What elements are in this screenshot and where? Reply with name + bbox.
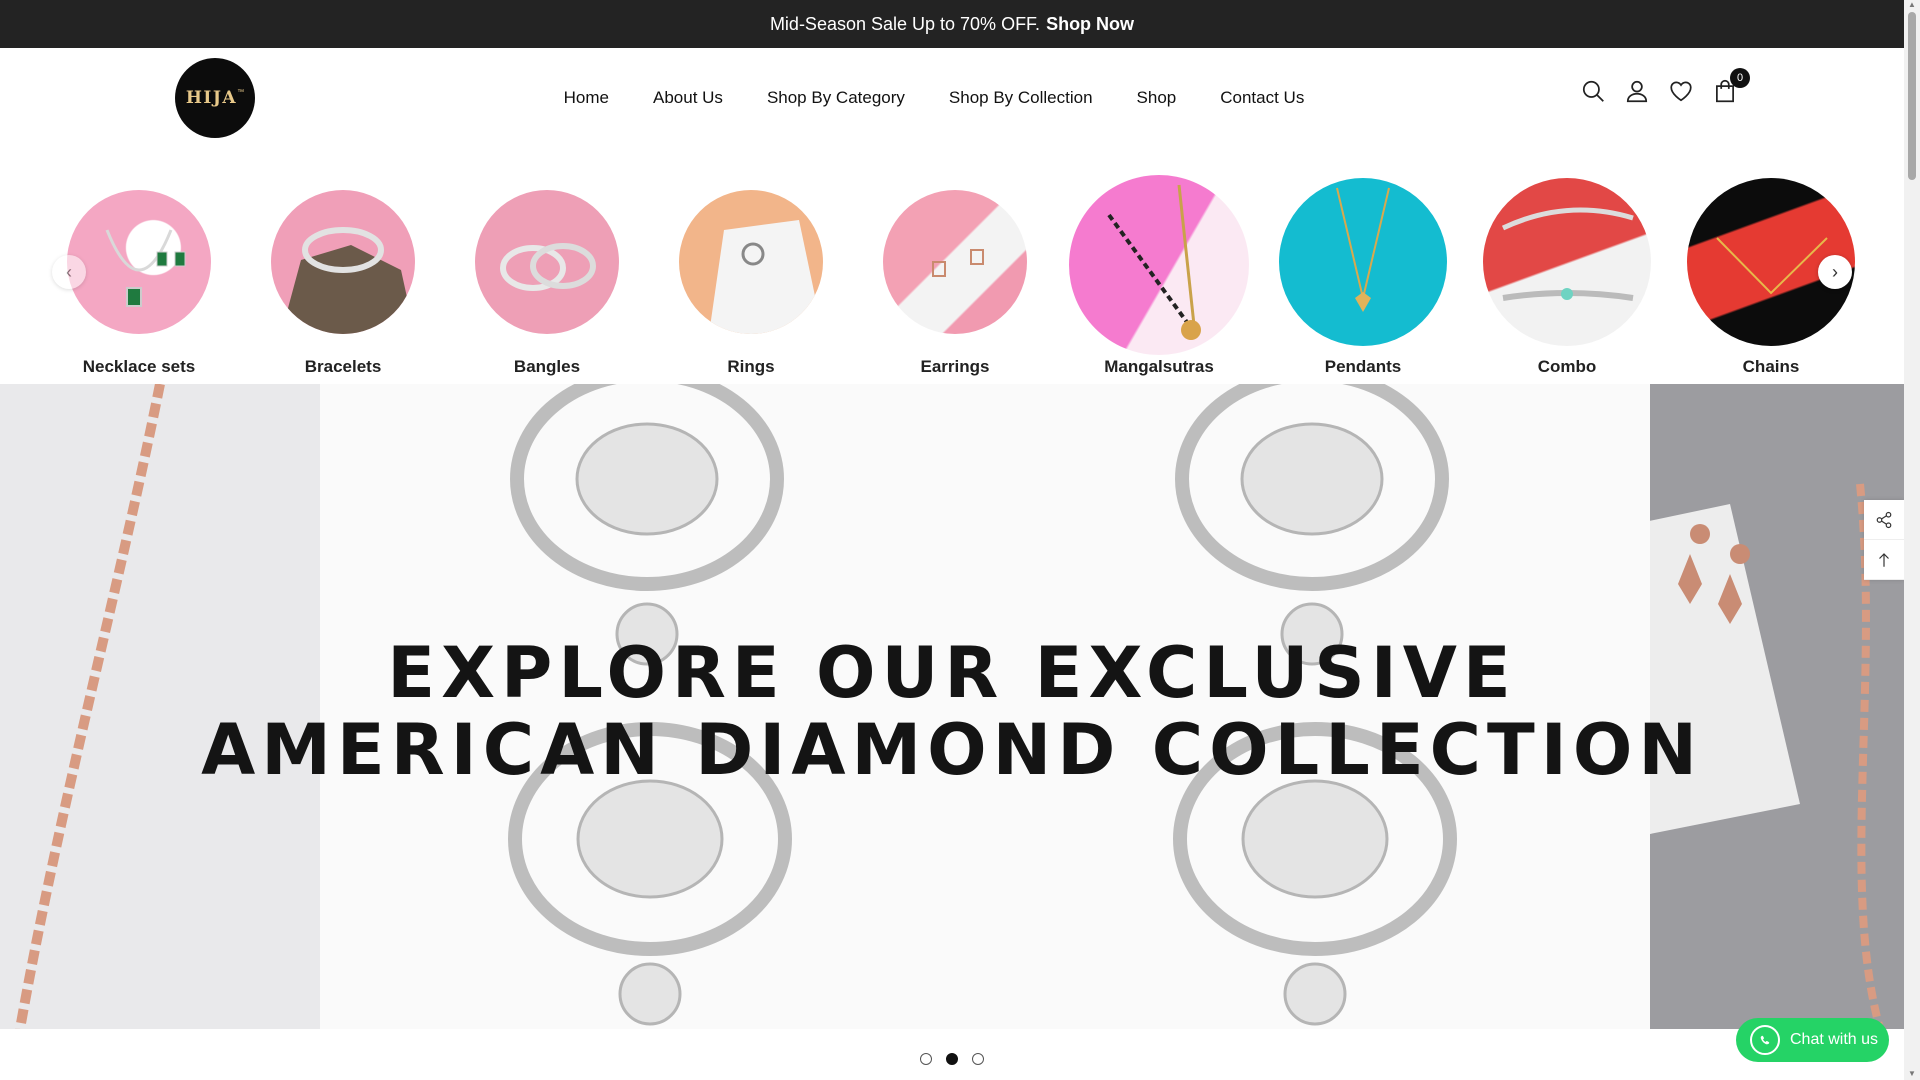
category-label: Pendants xyxy=(1324,357,1402,376)
page-scrollbar[interactable]: ▲ ▼ xyxy=(1904,0,1920,1080)
mangalsutras-image xyxy=(1069,175,1249,355)
side-toolbar xyxy=(1864,500,1904,580)
category-rings[interactable]: Rings xyxy=(651,148,851,376)
shop-now-link[interactable]: Shop Now xyxy=(1046,14,1134,35)
nav-shop[interactable]: Shop xyxy=(1137,88,1177,108)
category-bangles[interactable]: Bangles xyxy=(447,148,647,376)
whatsapp-icon xyxy=(1750,1025,1780,1055)
hero-title-line-2: AMERICAN DIAMOND COLLECTION xyxy=(201,709,1703,791)
heart-icon[interactable] xyxy=(1668,78,1694,104)
bangles-image xyxy=(475,190,619,334)
category-label: Combo xyxy=(1537,357,1597,376)
earrings-image xyxy=(883,190,1027,334)
category-label: Chains xyxy=(1742,357,1800,376)
slide-dot-3[interactable] xyxy=(972,1053,984,1065)
slide-dot-2[interactable] xyxy=(946,1053,958,1065)
search-icon[interactable] xyxy=(1580,78,1606,104)
nav-home[interactable]: Home xyxy=(564,88,609,108)
nav-about-us[interactable]: About Us xyxy=(653,88,723,108)
necklace-sets-image xyxy=(67,190,211,334)
combo-image xyxy=(1483,178,1651,346)
scroll-down-arrow-icon[interactable]: ▼ xyxy=(1907,1069,1917,1078)
category-label: Bangles xyxy=(513,357,581,376)
category-label: Mangalsutras xyxy=(1104,357,1214,376)
chat-label: Chat with us xyxy=(1790,1031,1879,1048)
cart-count-badge: 0 xyxy=(1730,68,1750,88)
pendants-image xyxy=(1279,178,1447,346)
user-icon[interactable] xyxy=(1624,78,1650,104)
bracelets-image xyxy=(271,190,415,334)
category-carousel: Necklace sets Bracelets Bangles Rings Ea… xyxy=(0,148,1904,384)
announcement-text: Mid-Season Sale Up to 70% OFF. xyxy=(769,13,1041,34)
logo-trademark: ™ xyxy=(237,88,245,96)
category-combo[interactable]: Combo xyxy=(1467,148,1667,376)
category-label: Bracelets xyxy=(304,357,382,376)
hero-title-line-1: EXPLORE OUR EXCLUSIVE xyxy=(387,632,1517,714)
bag-icon[interactable]: 0 xyxy=(1712,68,1750,104)
nav-shop-by-category[interactable]: Shop By Category xyxy=(767,88,905,108)
category-pendants[interactable]: Pendants xyxy=(1263,148,1463,376)
logo-text: HIJA xyxy=(185,88,238,108)
carousel-next-button[interactable]: › xyxy=(1818,255,1852,289)
announcement-bar: Mid-Season Sale Up to 70% OFF. Shop Now xyxy=(0,0,1904,48)
category-chains[interactable]: Chains xyxy=(1671,148,1871,376)
category-bracelets[interactable]: Bracelets xyxy=(243,148,443,376)
chevron-left-icon: ‹ xyxy=(66,261,72,282)
slider-pagination xyxy=(0,1053,1904,1065)
category-earrings[interactable]: Earrings xyxy=(855,148,1055,376)
hero-banner[interactable]: EXPLORE OUR EXCLUSIVE AMERICAN DIAMOND C… xyxy=(0,384,1904,1029)
category-necklace-sets[interactable]: Necklace sets xyxy=(39,148,239,376)
nav-shop-by-collection[interactable]: Shop By Collection xyxy=(949,88,1093,108)
share-icon[interactable] xyxy=(1864,500,1904,540)
category-label: Rings xyxy=(727,357,775,376)
site-header: HIJA ™ Home About Us Shop By Category Sho… xyxy=(0,48,1904,148)
category-label: Earrings xyxy=(920,357,990,376)
slide-dot-1[interactable] xyxy=(920,1053,932,1065)
scroll-up-arrow-icon[interactable]: ▲ xyxy=(1907,0,1917,9)
scrollbar-thumb[interactable] xyxy=(1908,12,1916,180)
category-label: Necklace sets xyxy=(82,357,196,376)
hija-logo[interactable]: HIJA ™ xyxy=(175,58,255,138)
arrow-up-icon[interactable] xyxy=(1864,540,1904,580)
header-icons: 0 xyxy=(1580,68,1750,104)
nav-contact-us[interactable]: Contact Us xyxy=(1220,88,1304,108)
rings-image xyxy=(679,190,823,334)
chat-with-us-button[interactable]: Chat with us xyxy=(1736,1018,1889,1062)
carousel-prev-button[interactable]: ‹ xyxy=(52,255,86,289)
category-mangalsutras[interactable]: Mangalsutras xyxy=(1059,148,1259,376)
chevron-right-icon: › xyxy=(1832,261,1838,282)
